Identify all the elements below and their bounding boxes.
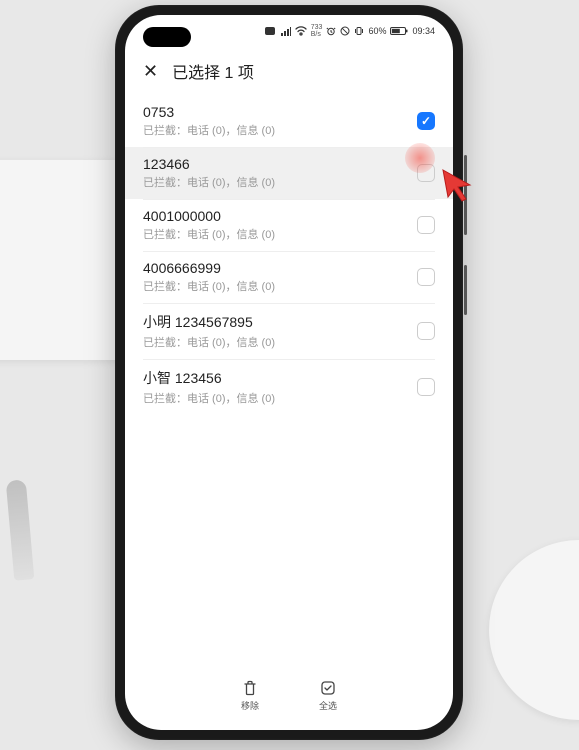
bottom-toolbar: 移除 全选 (125, 669, 453, 730)
selection-header: ✕ 已选择 1 项 (125, 47, 453, 95)
background-pen-decor (6, 479, 35, 580)
phone-power-button (464, 265, 467, 315)
item-subtitle: 已拦截：电话 (0)，信息 (0) (143, 226, 417, 242)
wifi-icon (295, 26, 307, 36)
checkbox-icon[interactable] (417, 164, 435, 182)
nfc-icon (265, 26, 277, 36)
camera-punch-hole (143, 27, 191, 47)
select-all-button[interactable]: 全选 (319, 679, 337, 712)
page-title: 已选择 1 项 (172, 59, 254, 83)
list-item[interactable]: 4001000000 已拦截：电话 (0)，信息 (0) (125, 199, 453, 251)
phone-screen: 733 B/s 60% 09:34 ✕ 已选择 1 项 (125, 15, 453, 730)
item-title: 4006666999 (143, 260, 417, 276)
list-item[interactable]: 0753 已拦截：电话 (0)，信息 (0) (125, 95, 453, 147)
select-all-label: 全选 (319, 699, 337, 712)
list-item[interactable]: 4006666999 已拦截：电话 (0)，信息 (0) (125, 251, 453, 303)
alarm-icon (326, 26, 336, 36)
vibrate-icon (354, 26, 364, 36)
checkbox-icon[interactable] (417, 322, 435, 340)
item-subtitle: 已拦截：电话 (0)，信息 (0) (143, 334, 417, 350)
checkbox-icon[interactable] (417, 268, 435, 286)
checkbox-icon[interactable] (417, 216, 435, 234)
list-item[interactable]: 小明 1234567895 已拦截：电话 (0)，信息 (0) (125, 303, 453, 359)
item-title: 小智 123456 (143, 368, 417, 388)
item-title: 4001000000 (143, 208, 417, 224)
item-subtitle: 已拦截：电话 (0)，信息 (0) (143, 278, 417, 294)
item-subtitle: 已拦截：电话 (0)，信息 (0) (143, 122, 417, 138)
item-title: 0753 (143, 104, 417, 120)
battery-percent: 60% (368, 26, 386, 36)
item-title: 小明 1234567895 (143, 312, 417, 332)
blocklist: 0753 已拦截：电话 (0)，信息 (0) 123466 已拦截：电话 (0)… (125, 95, 453, 669)
list-item[interactable]: 小智 123456 已拦截：电话 (0)，信息 (0) (125, 359, 453, 415)
list-item[interactable]: 123466 已拦截：电话 (0)，信息 (0) (125, 147, 453, 199)
select-all-icon (319, 679, 337, 697)
signal-icon (281, 26, 291, 36)
item-subtitle: 已拦截：电话 (0)，信息 (0) (143, 174, 417, 190)
clock-time: 09:34 (412, 26, 435, 36)
battery-icon (390, 26, 408, 36)
background-decor (489, 540, 579, 720)
item-title: 123466 (143, 156, 417, 172)
trash-icon (241, 679, 259, 697)
remove-label: 移除 (241, 699, 259, 712)
phone-frame: 733 B/s 60% 09:34 ✕ 已选择 1 项 (115, 5, 463, 740)
remove-button[interactable]: 移除 (241, 679, 259, 712)
checkbox-icon[interactable] (417, 112, 435, 130)
item-subtitle: 已拦截：电话 (0)，信息 (0) (143, 390, 417, 406)
do-not-disturb-icon (340, 26, 350, 36)
network-speed: 733 B/s (311, 24, 323, 38)
phone-volume-button (464, 155, 467, 235)
checkbox-icon[interactable] (417, 378, 435, 396)
close-icon[interactable]: ✕ (143, 62, 158, 80)
